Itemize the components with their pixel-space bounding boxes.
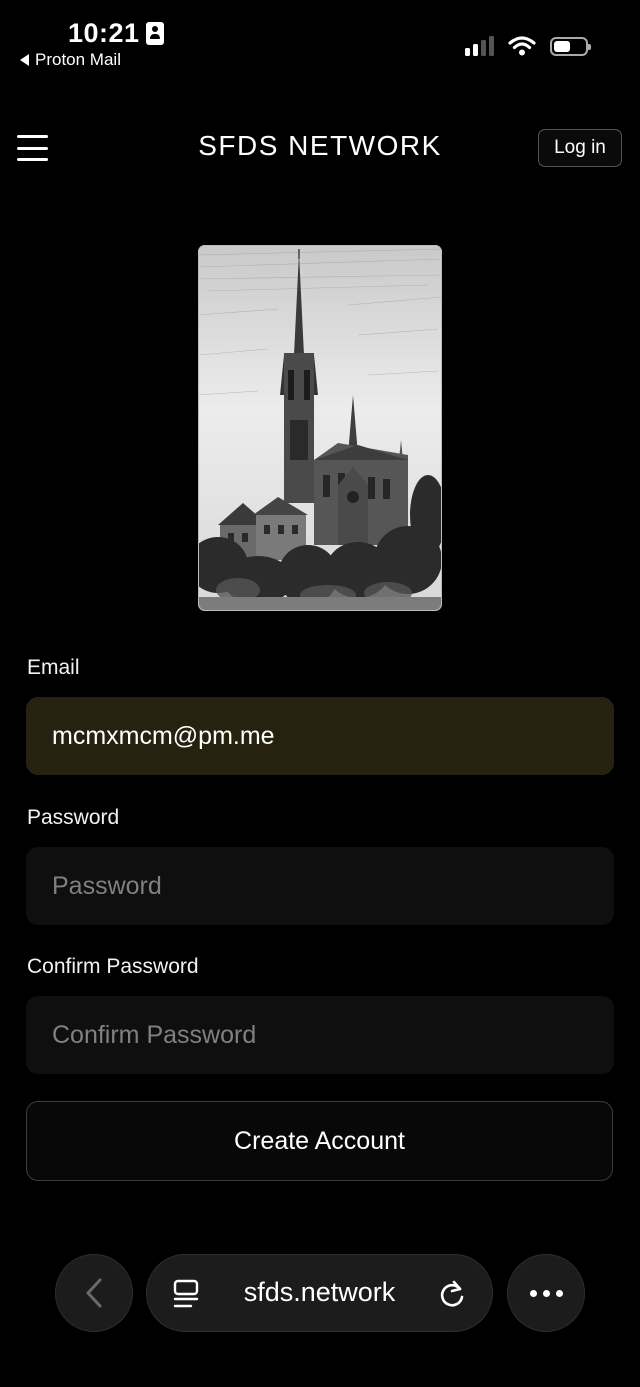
more-options-icon[interactable]: [507, 1254, 585, 1332]
status-indicators: [465, 36, 591, 56]
browser-back-button[interactable]: [55, 1254, 133, 1332]
password-label: Password: [27, 806, 120, 829]
password-field[interactable]: [26, 847, 614, 925]
clock-text: 10:21: [68, 18, 140, 48]
create-account-button[interactable]: Create Account: [26, 1101, 613, 1181]
back-to-app-link[interactable]: Proton Mail: [20, 50, 121, 70]
cellular-signal-icon: [465, 36, 494, 56]
battery-icon: [550, 36, 591, 56]
confirm-password-field[interactable]: [26, 996, 614, 1074]
hamburger-menu-icon[interactable]: [17, 135, 48, 161]
reload-icon[interactable]: [438, 1279, 466, 1309]
contact-card-icon: [145, 22, 164, 45]
status-bar-time: 10:21: [68, 18, 164, 49]
email-field[interactable]: [26, 697, 614, 775]
back-triangle-icon: [20, 54, 29, 66]
back-app-label: Proton Mail: [35, 50, 121, 69]
cathedral-sketch-image: [198, 245, 442, 611]
address-bar[interactable]: sfds.network: [146, 1254, 493, 1332]
confirm-password-label: Confirm Password: [27, 955, 199, 978]
login-button[interactable]: Log in: [538, 129, 622, 167]
email-label: Email: [27, 656, 80, 679]
wifi-icon: [508, 36, 536, 56]
chevron-left-icon: [86, 1278, 102, 1308]
